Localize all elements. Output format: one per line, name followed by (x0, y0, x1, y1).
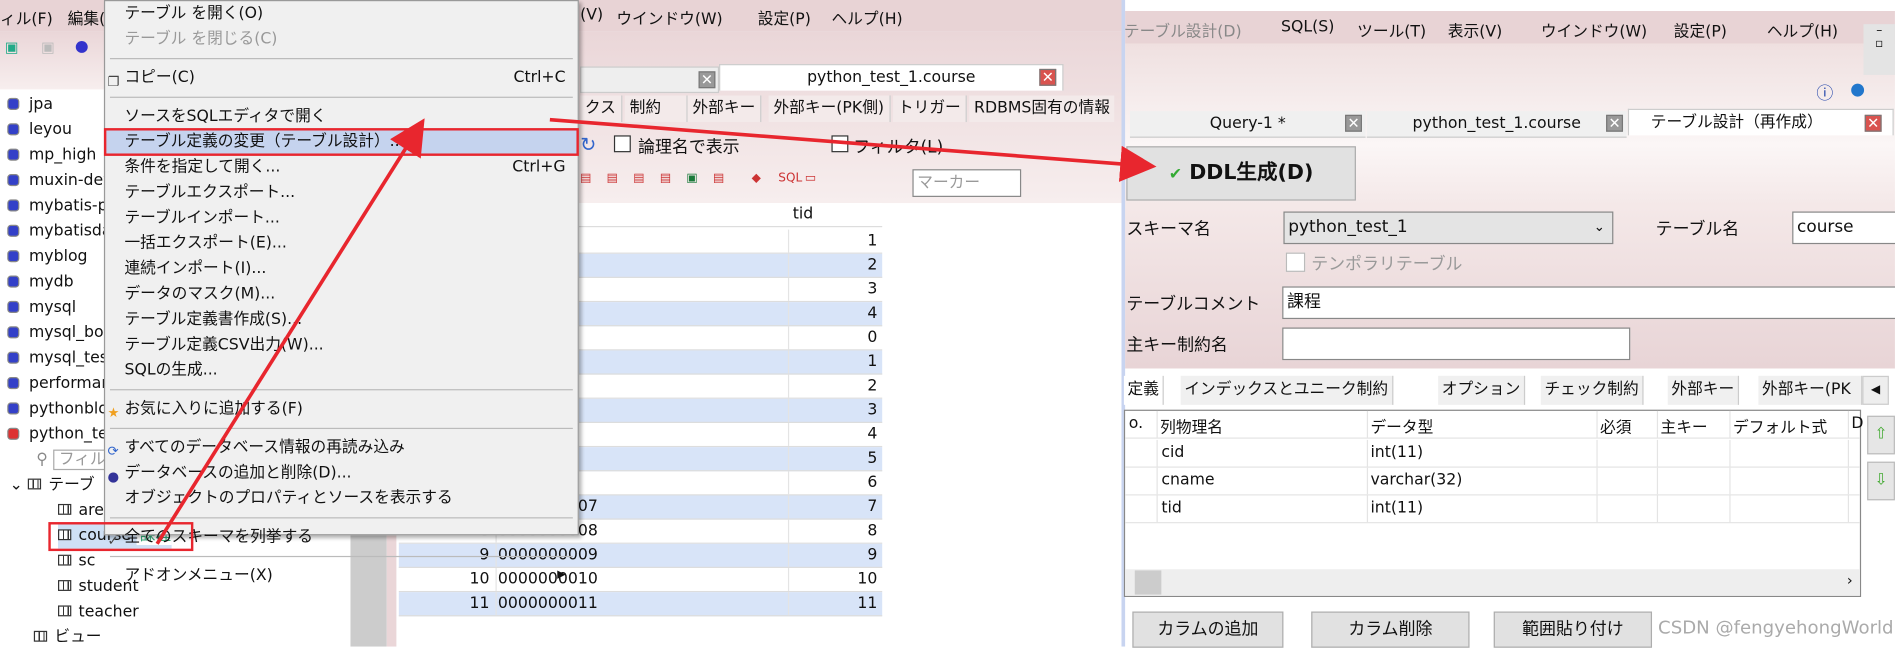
arrow-to-menu-item (155, 118, 425, 545)
annotation-arrows (155, 117, 1157, 545)
screenshot-composite: ィル(F) 編集( (V) ウインドウ(W) 設定(P) ヘルプ(H) ▣ ▣ … (0, 0, 1895, 648)
arrow-to-ddl-button (549, 117, 1157, 182)
